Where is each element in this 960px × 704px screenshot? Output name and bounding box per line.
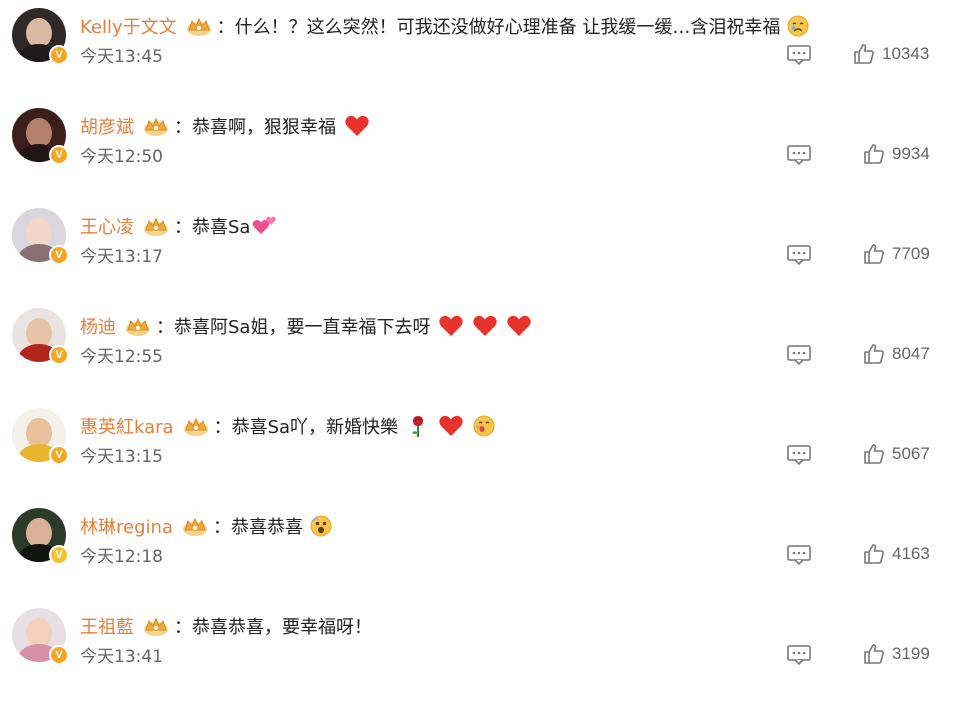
- like-button[interactable]: 5067: [862, 442, 930, 466]
- thumbs-up-icon: [864, 344, 884, 364]
- avatar[interactable]: V: [12, 408, 69, 465]
- kissing-face-emoji: [473, 415, 495, 437]
- comment-username[interactable]: 王祖藍: [80, 613, 134, 639]
- like-count: 4163: [892, 544, 930, 563]
- comment-item: V 杨迪 ： 恭喜阿Sa姐，要一直幸福下去呀 今天12:55 8047: [0, 304, 960, 404]
- comment-item: V Kelly于文文 ： 什么！？这么突然！可我还没做好心理准备 让我缓一缓…含…: [0, 4, 960, 104]
- comment-text: 恭喜啊，狠狠幸福: [192, 117, 336, 138]
- crying-face-emoji: [787, 15, 809, 37]
- comment-separator: ：: [174, 617, 192, 638]
- red-heart-emoji: [439, 415, 463, 436]
- comment-reply-icon[interactable]: [786, 44, 812, 66]
- red-heart-emoji: [507, 315, 532, 336]
- comment-separator: ：: [174, 117, 192, 138]
- comment-time: 今天13:41: [80, 647, 163, 667]
- verified-v-icon: V: [49, 545, 69, 565]
- comment-time: 今天12:55: [80, 347, 163, 367]
- comment-time: 今天12:18: [80, 547, 163, 567]
- verified-v-icon: V: [49, 645, 69, 665]
- comment-username[interactable]: 王心凌: [80, 213, 134, 239]
- like-count: 3199: [892, 644, 930, 663]
- vip-crown-icon: [144, 117, 168, 136]
- comment-item: V 王心凌 ： 恭喜Sa 今天13:17 7709: [0, 204, 960, 304]
- avatar[interactable]: V: [12, 8, 69, 65]
- comment-separator: ：: [174, 217, 192, 238]
- vip-crown-icon: [183, 417, 208, 436]
- like-button[interactable]: 8047: [862, 342, 930, 366]
- avatar[interactable]: V: [12, 508, 69, 565]
- comment-text: 恭喜恭喜: [230, 517, 303, 538]
- thumbs-up-icon: [864, 144, 884, 164]
- like-button[interactable]: 10343: [852, 42, 929, 66]
- thumbs-up-icon: [854, 44, 874, 64]
- comment-item: V 王祖藍 ： 恭喜恭喜，要幸福呀！ 今天13:41 3199: [0, 604, 960, 704]
- comment-username[interactable]: 林琳regina: [80, 513, 173, 539]
- avatar[interactable]: V: [12, 108, 69, 165]
- comment-username[interactable]: 惠英紅kara: [80, 413, 174, 439]
- like-count: 10343: [882, 44, 930, 63]
- red-heart-emoji: [473, 315, 498, 336]
- like-count: 8047: [892, 344, 930, 363]
- comment-text: 恭喜Sa吖，新婚快樂: [231, 417, 399, 438]
- comment-reply-icon[interactable]: [786, 144, 812, 166]
- comment-text: 恭喜恭喜，要幸福呀！: [192, 617, 372, 638]
- thumbs-up-icon: [864, 644, 884, 664]
- comment-username[interactable]: 胡彦斌: [80, 113, 134, 139]
- comment-username[interactable]: Kelly于文文: [80, 13, 177, 39]
- like-count: 7709: [892, 244, 930, 263]
- comment-time: 今天13:15: [80, 447, 163, 467]
- thumbs-up-icon: [864, 544, 884, 564]
- comment-item: V 林琳regina ： 恭喜恭喜 今天12:18 4163: [0, 504, 960, 604]
- verified-v-icon: V: [49, 345, 69, 365]
- comment-reply-icon[interactable]: [786, 644, 812, 666]
- comment-separator: ：: [216, 17, 235, 38]
- thumbs-up-icon: [864, 444, 884, 464]
- comment-separator: ：: [213, 417, 232, 438]
- comment-text: 什么！？这么突然！可我还没做好心理准备 让我缓一缓…含泪祝幸福: [234, 17, 781, 38]
- comment-item: V 胡彦斌 ： 恭喜啊，狠狠幸福 今天12:50 9934: [0, 104, 960, 204]
- two-hearts-emoji: [253, 216, 277, 234]
- rose-emoji: [412, 416, 424, 437]
- comment-time: 今天13:45: [80, 47, 163, 67]
- verified-v-icon: V: [49, 145, 69, 165]
- like-count: 9934: [892, 144, 930, 163]
- vip-crown-icon: [186, 17, 211, 36]
- comment-reply-icon[interactable]: [786, 544, 812, 566]
- comment-item: V 惠英紅kara ： 恭喜Sa吖，新婚快樂 今天13:15 5067: [0, 404, 960, 504]
- vip-crown-icon: [144, 217, 168, 236]
- comment-text: 恭喜阿Sa姐，要一直幸福下去呀: [174, 317, 431, 338]
- avatar[interactable]: V: [12, 308, 69, 365]
- red-heart-emoji: [345, 115, 369, 136]
- verified-v-icon: V: [49, 445, 69, 465]
- vip-crown-icon: [126, 317, 150, 336]
- comment-separator: ：: [156, 317, 174, 338]
- like-button[interactable]: 7709: [862, 242, 930, 266]
- vip-crown-icon: [144, 617, 168, 636]
- verified-v-icon: V: [49, 45, 69, 65]
- comment-reply-icon[interactable]: [786, 344, 812, 366]
- vip-crown-icon: [182, 517, 207, 536]
- surprised-face-emoji: [310, 515, 332, 537]
- avatar[interactable]: V: [12, 208, 69, 265]
- comment-separator: ：: [212, 517, 231, 538]
- like-button[interactable]: 3199: [862, 642, 930, 666]
- like-button[interactable]: 4163: [862, 542, 930, 566]
- like-button[interactable]: 9934: [862, 142, 930, 166]
- avatar[interactable]: V: [12, 608, 69, 665]
- comment-time: 今天13:17: [80, 247, 163, 267]
- red-heart-emoji: [439, 315, 464, 336]
- comment-text: 恭喜Sa: [192, 217, 251, 238]
- comment-time: 今天12:50: [80, 147, 163, 167]
- comment-username[interactable]: 杨迪: [80, 313, 116, 339]
- comment-reply-icon[interactable]: [786, 244, 812, 266]
- thumbs-up-icon: [864, 244, 884, 264]
- comment-reply-icon[interactable]: [786, 444, 812, 466]
- verified-v-icon: V: [49, 245, 69, 265]
- like-count: 5067: [892, 444, 930, 463]
